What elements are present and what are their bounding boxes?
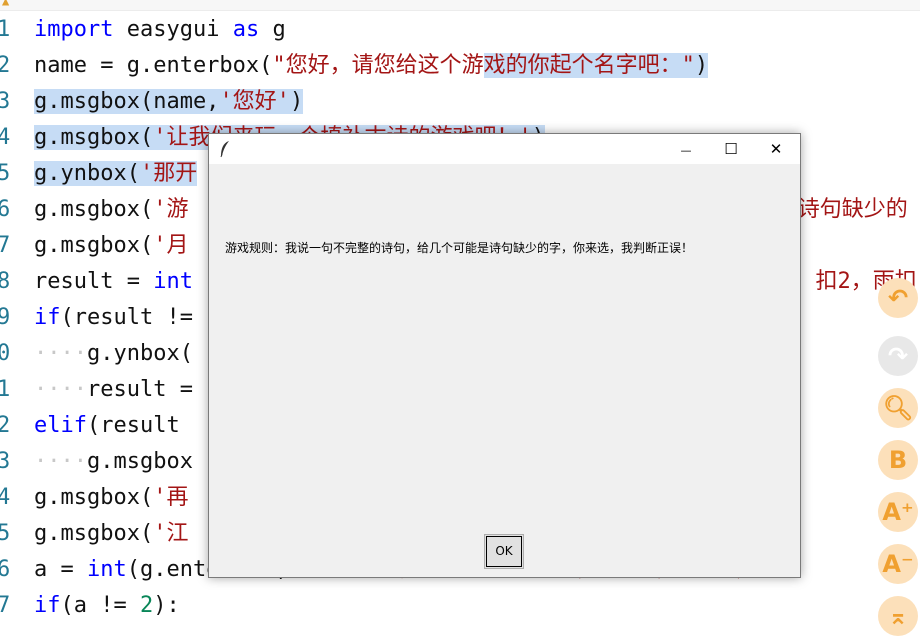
code-token: name = g.enterbox( <box>34 53 273 78</box>
code-token: g.ynbox( <box>34 161 140 186</box>
code-token: ···· <box>34 341 87 366</box>
code-token: g.msgbox( <box>34 485 154 510</box>
code-token: g.msgbox( <box>34 233 154 258</box>
collapse-button[interactable]: ⌅ <box>878 596 918 636</box>
code-token: g.msgbox( <box>34 125 154 150</box>
line-number: 5 <box>0 161 11 186</box>
code-line[interactable]: elif(result <box>34 408 180 444</box>
line-number: 5 <box>0 521 11 546</box>
collapse-icon: ⌅ <box>887 602 909 630</box>
minimize-icon: — <box>680 144 692 157</box>
code-token: g.msgbox( <box>34 197 154 222</box>
search-icon: 🔍︎ <box>882 394 914 422</box>
line-number: 1 <box>0 17 11 42</box>
warning-icon: ▲ <box>2 0 10 8</box>
code-token: g.msgbox( <box>34 521 154 546</box>
code-token: 戏的你起个名字吧：" <box>483 53 695 78</box>
maximize-button[interactable]: ☐ <box>708 134 754 164</box>
undo-icon: ↶ <box>887 284 909 312</box>
code-line[interactable]: import easygui as g <box>34 12 286 48</box>
font-decrease-icon: A⁻ <box>882 550 914 578</box>
code-token: as <box>232 17 260 42</box>
code-line[interactable]: g.ynbox('那开 <box>34 156 198 192</box>
line-number: 7 <box>0 233 11 258</box>
code-line[interactable]: ····g.msgbox <box>34 444 193 480</box>
code-line[interactable]: ····g.ynbox( <box>34 336 193 372</box>
code-token: '再 <box>153 485 189 510</box>
code-line[interactable]: name = g.enterbox("您好，请您给这个游戏的你起个名字吧：") <box>34 48 709 84</box>
line-number: 2 <box>0 53 11 78</box>
line-number: 6 <box>0 197 11 222</box>
redo-icon: ↷ <box>887 342 909 370</box>
redo-button[interactable]: ↷ <box>878 336 918 376</box>
code-token: if <box>34 305 61 330</box>
minimize-button[interactable]: — <box>663 134 709 164</box>
font-increase-button[interactable]: A⁺ <box>878 492 918 532</box>
code-token: 诗句缺少的 <box>797 197 908 222</box>
search-button[interactable]: 🔍︎ <box>878 388 918 428</box>
font-increase-icon: A⁺ <box>882 498 914 526</box>
line-number: 1 <box>0 377 11 402</box>
code-line[interactable]: g.msgbox('江 <box>34 516 188 552</box>
line-number: 7 <box>0 593 11 618</box>
code-line[interactable]: g.msgbox('月 <box>34 228 188 264</box>
code-token: a = <box>34 557 87 582</box>
code-token: elif <box>34 413 87 438</box>
code-token: 2 <box>139 593 154 618</box>
close-button[interactable]: ✕ <box>753 134 799 164</box>
font-decrease-button[interactable]: A⁻ <box>878 544 918 584</box>
line-number: 4 <box>0 485 11 510</box>
code-token: (result != <box>60 305 193 330</box>
code-token: "您好，请您给这个游 <box>272 53 484 78</box>
code-token: ) <box>289 89 304 114</box>
code-token: ···· <box>34 449 87 474</box>
line-number: 3 <box>0 89 11 114</box>
code-token: '月 <box>153 233 189 258</box>
close-icon: ✕ <box>769 140 783 158</box>
code-line[interactable]: if(a != 2): <box>34 588 180 624</box>
code-token: (a != <box>60 593 140 618</box>
code-token: '游 <box>153 197 189 222</box>
dialog-titlebar[interactable]: — ☐ ✕ <box>209 134 800 164</box>
line-number: 4 <box>0 125 11 150</box>
code-token: int <box>153 269 193 294</box>
code-token: g.ynbox( <box>86 341 193 366</box>
code-token: (result <box>86 413 180 438</box>
code-token: g.msgbox <box>86 449 193 474</box>
maximize-icon: ☐ <box>724 140 738 158</box>
code-token: '江 <box>153 521 189 546</box>
code-line[interactable]: g.msgbox(name,'您好') <box>34 84 304 120</box>
code-token: import <box>34 17 114 42</box>
code-token: g <box>259 17 286 42</box>
line-number: 2 <box>0 413 11 438</box>
editor-tab-strip: ▲ <box>0 0 920 11</box>
line-number: 8 <box>0 269 11 294</box>
line-number: 3 <box>0 449 11 474</box>
code-line[interactable]: g.msgbox('再 <box>34 480 188 516</box>
ok-button[interactable]: OK <box>484 534 524 569</box>
code-token: '您好' <box>219 89 290 114</box>
code-token: result = <box>34 269 154 294</box>
line-number: 0 <box>0 341 11 366</box>
code-token: ): <box>153 593 180 618</box>
code-token: '那开 <box>139 161 198 186</box>
line-number: 9 <box>0 305 11 330</box>
code-token: if <box>34 593 61 618</box>
code-token: result = <box>86 377 193 402</box>
undo-button[interactable]: ↶ <box>878 278 918 318</box>
dialog-message: 游戏规则：我说一句不完整的诗句，给几个可能是诗句缺少的字，你来选，我判断正误！ <box>225 241 694 255</box>
code-token: ···· <box>34 377 87 402</box>
line-number: 6 <box>0 557 11 582</box>
bold-icon: B <box>888 446 908 474</box>
tk-feather-icon <box>220 141 229 158</box>
bold-button[interactable]: B <box>878 440 918 480</box>
code-token: ) <box>694 53 709 78</box>
code-line[interactable]: if(result != <box>34 300 193 336</box>
code-token: int <box>86 557 127 582</box>
msgbox-dialog: — ☐ ✕ 游戏规则：我说一句不完整的诗句，给几个可能是诗句缺少的字，你来选，我… <box>208 133 801 578</box>
code-token: g.msgbox(name, <box>34 89 220 114</box>
code-token: easygui <box>113 17 233 42</box>
